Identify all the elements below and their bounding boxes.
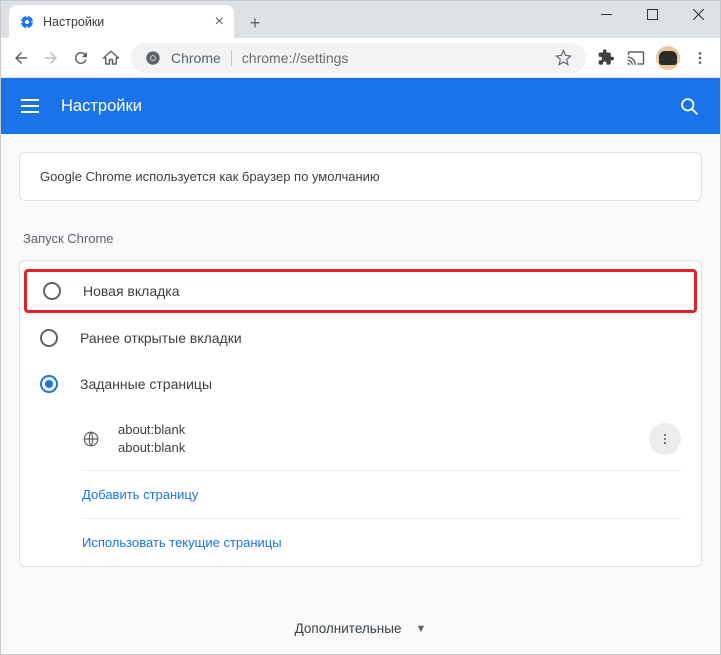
address-separator (231, 50, 232, 66)
settings-content: Google Chrome используется как браузер п… (1, 134, 720, 654)
page-more-button[interactable] (649, 423, 681, 455)
window-controls (583, 0, 721, 28)
address-prefix: Chrome (171, 50, 221, 66)
tab-close-icon[interactable]: × (215, 13, 224, 31)
startup-option-newtab[interactable]: Новая вкладка (24, 269, 697, 313)
address-text: chrome://settings (242, 50, 349, 66)
cast-icon[interactable] (626, 48, 646, 68)
startup-option-continue[interactable]: Ранее открытые вкладки (20, 315, 701, 361)
radio-label: Заданные страницы (80, 376, 212, 392)
startup-options-card: Новая вкладка Ранее открытые вкладки Зад… (19, 260, 702, 567)
radio-icon (40, 375, 58, 393)
reload-button[interactable] (71, 48, 91, 68)
extensions-icon[interactable] (596, 48, 616, 68)
add-page-link[interactable]: Добавить страницу (82, 470, 681, 518)
advanced-toggle[interactable]: Дополнительные ▼ (1, 621, 720, 636)
radio-icon (40, 329, 58, 347)
back-button[interactable] (11, 48, 31, 68)
forward-button[interactable] (41, 48, 61, 68)
new-tab-button[interactable]: + (240, 8, 270, 38)
globe-icon (82, 430, 100, 448)
startup-page-text: about:blank about:blank (118, 421, 185, 456)
address-bar[interactable]: Chrome chrome://settings (131, 43, 586, 73)
default-browser-text: Google Chrome используется как браузер п… (40, 169, 380, 184)
startup-pages-list: about:blank about:blank Добавить страниц… (20, 407, 701, 566)
search-icon[interactable] (679, 96, 700, 117)
gear-icon (19, 14, 35, 30)
chrome-logo-icon (145, 50, 161, 66)
window-minimize-button[interactable] (583, 0, 629, 28)
startup-section-title: Запуск Chrome (23, 231, 702, 246)
settings-title: Настройки (61, 97, 142, 116)
bookmark-star-icon[interactable] (555, 49, 572, 66)
hamburger-menu-icon[interactable] (21, 99, 39, 113)
use-current-pages-link[interactable]: Использовать текущие страницы (82, 518, 681, 566)
settings-header: Настройки (1, 78, 720, 134)
menu-button[interactable] (690, 48, 710, 68)
window-maximize-button[interactable] (629, 0, 675, 28)
home-button[interactable] (101, 48, 121, 68)
window-close-button[interactable] (675, 0, 721, 28)
default-browser-card: Google Chrome используется как браузер п… (19, 152, 702, 201)
advanced-label: Дополнительные (295, 621, 402, 636)
tab-title: Настройки (43, 15, 104, 29)
browser-toolbar: Chrome chrome://settings (1, 38, 720, 78)
startup-option-specific[interactable]: Заданные страницы (20, 361, 701, 407)
startup-page-title: about:blank (118, 421, 185, 439)
startup-page-item: about:blank about:blank (82, 407, 681, 470)
radio-label: Ранее открытые вкладки (80, 330, 242, 346)
radio-icon (43, 282, 61, 300)
radio-label: Новая вкладка (83, 283, 180, 299)
startup-page-url: about:blank (118, 439, 185, 457)
browser-tab[interactable]: Настройки × (9, 5, 234, 38)
profile-avatar[interactable] (656, 46, 680, 70)
chevron-down-icon: ▼ (415, 623, 426, 635)
